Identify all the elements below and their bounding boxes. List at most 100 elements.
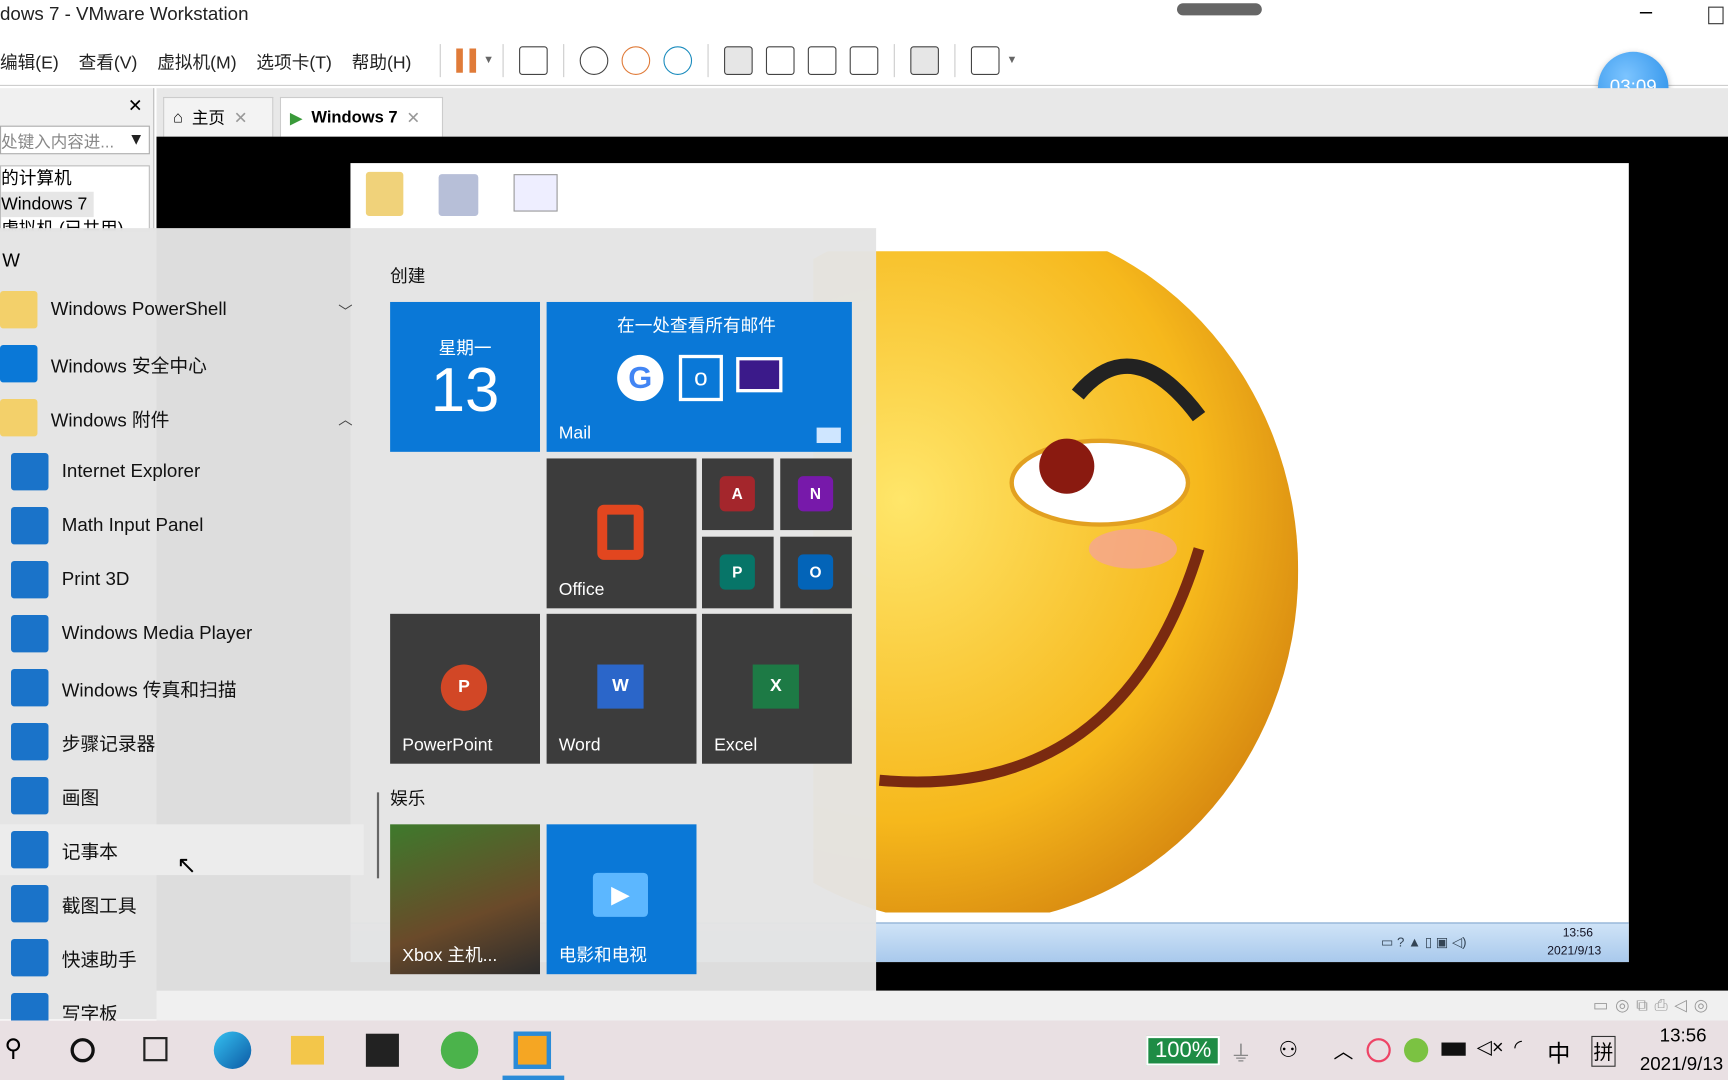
clock-date[interactable]: 2021/9/13 bbox=[1640, 1054, 1723, 1076]
guest-clock-time[interactable]: 13:56 bbox=[1563, 927, 1593, 940]
section-header-create[interactable]: 创建 bbox=[390, 261, 425, 287]
powerpoint-icon: P bbox=[440, 664, 488, 711]
movies-tv-tile[interactable]: ▶ 电影和电视 bbox=[546, 824, 697, 975]
console-icon[interactable] bbox=[910, 45, 940, 75]
list-item[interactable]: 画图 bbox=[0, 770, 364, 821]
close-icon[interactable]: ✕ bbox=[234, 107, 248, 128]
minimize-button[interactable]: – bbox=[1640, 0, 1652, 25]
small-app-tile[interactable]: P bbox=[701, 536, 774, 609]
shield-icon bbox=[0, 344, 38, 383]
small-app-tile[interactable]: N bbox=[780, 458, 852, 531]
chevron-down-icon[interactable]: ﹀ bbox=[338, 299, 352, 320]
tab-windows7[interactable]: ▶ Windows 7 ✕ bbox=[279, 96, 444, 137]
ime-language[interactable]: 中 bbox=[1547, 1036, 1570, 1069]
dropdown-icon[interactable]: ▼ bbox=[483, 54, 494, 66]
mail-tile[interactable]: 在一处查看所有邮件 G o Mail bbox=[546, 301, 852, 452]
list-item[interactable]: Windows 传真和扫描 bbox=[0, 662, 364, 713]
window-title: dows 7 - VMware Workstation bbox=[0, 3, 249, 25]
task-view-icon[interactable] bbox=[143, 1037, 168, 1062]
send-ctrl-alt-del-icon[interactable] bbox=[519, 45, 548, 75]
clock-time[interactable]: 13:56 bbox=[1660, 1025, 1707, 1047]
pause-icon[interactable] bbox=[456, 47, 477, 73]
desktop-icon-user-folder[interactable] bbox=[365, 171, 404, 216]
unity-icon[interactable] bbox=[849, 45, 879, 75]
section-header-entertainment[interactable]: 娱乐 bbox=[390, 784, 425, 810]
guest-tray-icons[interactable]: ▭ ? ▲ ▯ ▣ ◁) bbox=[1381, 935, 1467, 950]
desktop-icon-settings[interactable] bbox=[513, 174, 558, 212]
excel-icon: X bbox=[752, 664, 799, 709]
device-status-icons[interactable]: ▭◎⧉⎙◁◎ bbox=[1593, 995, 1715, 1015]
office-tile[interactable]: Office bbox=[546, 458, 697, 609]
list-item[interactable]: Windows 附件 ︿ bbox=[0, 392, 364, 443]
mail-envelope-icon bbox=[736, 357, 783, 393]
xbox-tile[interactable]: Xbox 主机... bbox=[390, 824, 540, 975]
menu-vm[interactable]: 虚拟机(M) bbox=[157, 47, 236, 73]
list-item[interactable]: Windows Media Player bbox=[0, 608, 364, 659]
office-icon bbox=[597, 504, 644, 560]
list-item[interactable]: 截图工具 bbox=[0, 878, 364, 929]
ime-mode[interactable]: 拼 bbox=[1591, 1035, 1616, 1067]
stretch-icon[interactable] bbox=[971, 45, 1000, 75]
powerpoint-tile[interactable]: P PowerPoint bbox=[390, 613, 540, 764]
app-icon: O bbox=[797, 554, 834, 590]
browser-360-icon[interactable] bbox=[440, 1031, 479, 1069]
list-item[interactable]: Windows PowerShell ﹀ bbox=[0, 284, 364, 335]
snapshot-icon[interactable] bbox=[579, 45, 609, 75]
thumbnail-view-icon[interactable] bbox=[766, 45, 795, 75]
volume-muted-icon[interactable]: ◁× bbox=[1477, 1036, 1504, 1059]
list-item[interactable]: Math Input Panel bbox=[0, 500, 364, 551]
menu-tabs[interactable]: 选项卡(T) bbox=[256, 47, 331, 73]
file-explorer-icon[interactable] bbox=[290, 1035, 324, 1065]
menu-help[interactable]: 帮助(H) bbox=[352, 47, 412, 73]
menu-edit[interactable]: 编辑(E) bbox=[0, 47, 59, 73]
desktop-icon-install[interactable] bbox=[438, 174, 479, 216]
guest-clock-date[interactable]: 2021/9/13 bbox=[1547, 944, 1601, 957]
cortana-icon[interactable] bbox=[70, 1038, 95, 1063]
battery-icon[interactable] bbox=[1441, 1042, 1466, 1056]
wifi-icon[interactable]: ◜ bbox=[1514, 1036, 1522, 1059]
library-view-icon[interactable] bbox=[724, 45, 753, 75]
list-item[interactable]: Internet Explorer bbox=[0, 446, 364, 497]
vm-icon: ▶ bbox=[289, 108, 303, 128]
small-app-tile[interactable]: A bbox=[701, 458, 774, 531]
list-item[interactable]: Windows 安全中心 bbox=[0, 338, 364, 389]
list-item[interactable]: Print 3D bbox=[0, 554, 364, 605]
edge-icon[interactable] bbox=[213, 1031, 252, 1069]
snapshot-manager-icon[interactable] bbox=[663, 45, 693, 75]
maximize-button[interactable] bbox=[1708, 6, 1724, 25]
excel-tile[interactable]: X Excel bbox=[701, 613, 852, 764]
close-icon[interactable]: ✕ bbox=[406, 107, 420, 128]
list-item[interactable]: 步骤记录器 bbox=[0, 716, 364, 767]
calendar-tile[interactable]: 星期一 13 bbox=[390, 301, 540, 452]
library-item-selected[interactable]: Windows 7 bbox=[1, 191, 94, 218]
chevron-up-icon[interactable]: ︿ bbox=[338, 407, 352, 428]
battery-percentage[interactable]: 100% bbox=[1146, 1035, 1221, 1066]
list-scrollbar[interactable] bbox=[376, 792, 380, 879]
library-search-input[interactable]: 处键入内容进... ▼ bbox=[0, 125, 150, 155]
chevron-up-icon[interactable]: ︿ bbox=[1333, 1036, 1353, 1065]
revert-snapshot-icon[interactable] bbox=[621, 45, 651, 75]
security-360-icon[interactable] bbox=[1403, 1038, 1429, 1063]
small-app-tile[interactable]: O bbox=[780, 536, 852, 609]
menu-bar: 编辑(E) 查看(V) 虚拟机(M) 选项卡(T) 帮助(H) ▼ ▼ bbox=[0, 35, 1728, 86]
dropdown-icon[interactable]: ▼ bbox=[128, 130, 144, 149]
progress-indicator bbox=[1176, 3, 1262, 16]
close-library-button[interactable]: ✕ bbox=[128, 95, 143, 117]
menu-view[interactable]: 查看(V) bbox=[79, 47, 138, 73]
app-icon: P bbox=[719, 554, 755, 590]
word-tile[interactable]: W Word bbox=[546, 613, 697, 764]
library-item[interactable]: 的计算机 bbox=[1, 166, 149, 191]
dropdown-icon[interactable]: ▼ bbox=[1006, 54, 1017, 66]
word-icon: W bbox=[597, 664, 644, 709]
fullscreen-icon[interactable] bbox=[808, 45, 837, 75]
people-icon[interactable]: ⚇ bbox=[1278, 1036, 1298, 1064]
tab-home[interactable]: ⌂ 主页 ✕ bbox=[163, 96, 274, 137]
letter-header[interactable]: W bbox=[2, 250, 20, 272]
search-icon[interactable]: ⚲ bbox=[4, 1034, 22, 1063]
store-icon[interactable] bbox=[365, 1033, 399, 1067]
list-item[interactable]: 快速助手 bbox=[0, 932, 364, 983]
tray-app-icon[interactable] bbox=[1366, 1038, 1391, 1063]
vmware-icon[interactable] bbox=[513, 1031, 552, 1069]
tab-bar: ⌂ 主页 ✕ ▶ Windows 7 ✕ bbox=[156, 88, 1728, 137]
play-icon: ▶ bbox=[592, 872, 648, 917]
